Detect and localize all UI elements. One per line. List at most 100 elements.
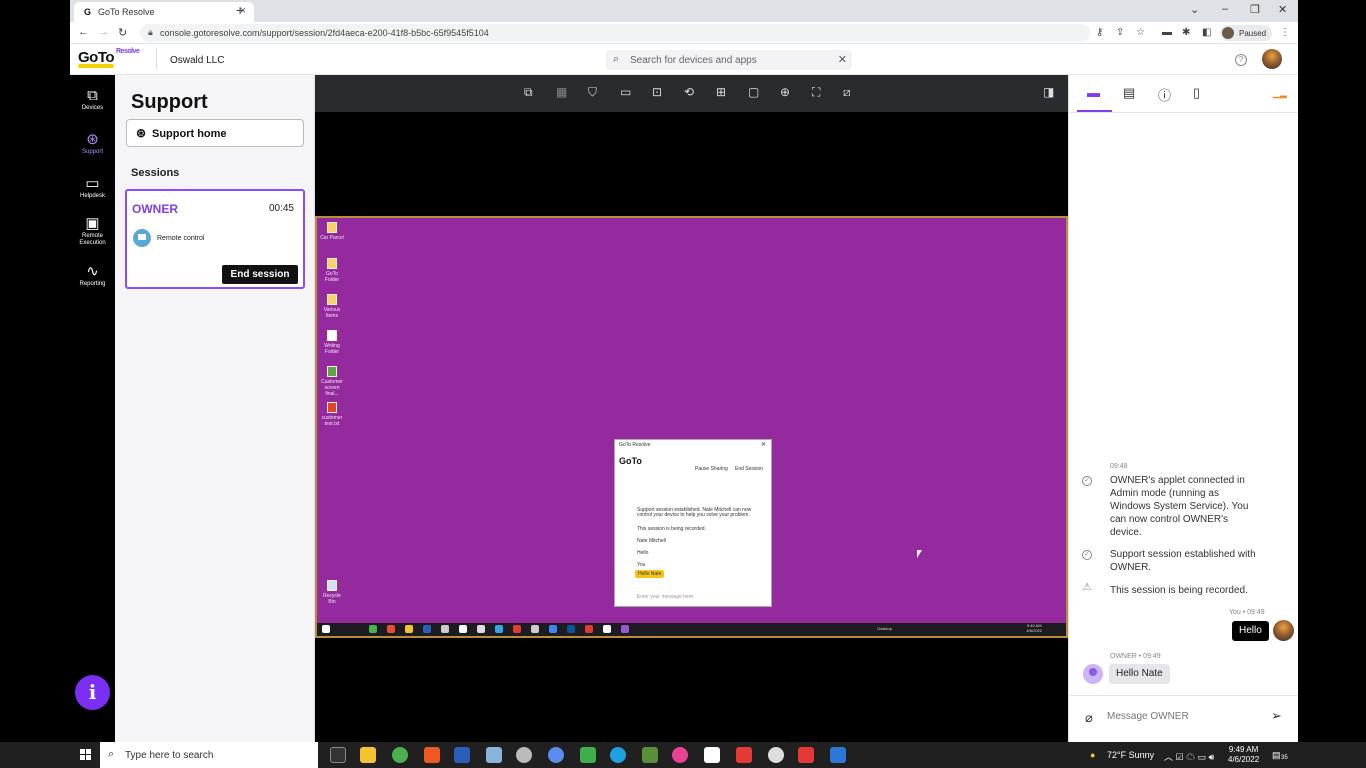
url-field[interactable]: 🔒︎ console.gotoresolve.com/support/sessi… [140,24,1090,42]
remote-app-icon[interactable] [495,625,503,633]
user-avatar[interactable] [1262,49,1282,69]
side-panel-icon[interactable]: ◧ [1202,27,1211,38]
attach-paperclip-icon[interactable]: ⌀ [1085,710,1093,726]
profile-button[interactable]: Paused [1220,25,1272,41]
notes-icon[interactable]: ▯ [1193,85,1200,101]
desktop-icon[interactable]: Car Parcel [319,222,345,241]
remote-app-icon[interactable] [585,625,593,633]
send-icon[interactable]: ➢ [1271,708,1282,724]
desktop-icon[interactable]: Customer screen final... [319,366,345,397]
end-session-button[interactable]: End session [222,265,298,284]
photos-icon[interactable] [672,747,688,763]
app-icon[interactable] [736,747,752,763]
remote-app-icon[interactable] [477,625,485,633]
files-icon[interactable]: ▤ [1123,85,1135,101]
new-tab-icon[interactable]: + [236,2,244,18]
remote-start-icon[interactable] [322,625,330,633]
support-home-button[interactable]: ⊛ Support home [126,119,304,147]
help-icon[interactable]: ? [1235,54,1247,66]
back-icon[interactable]: ← [78,26,89,38]
remote-app-icon[interactable] [549,625,557,633]
slack-icon[interactable] [768,747,784,763]
key-icon[interactable]: ⚷ [1096,27,1103,38]
nav-helpdesk[interactable]: ▭ Helpdesk [70,175,115,199]
file-explorer-icon[interactable] [360,747,376,763]
puzzle-icon[interactable]: ✱ [1182,27,1190,38]
app-icon[interactable] [486,747,502,763]
remote-goto-window[interactable]: GoTo Resolve ✕ GoTo Pause Sharing End Se… [614,439,772,607]
taskbar-search[interactable]: ⌕ Type here to search [100,742,318,768]
desktop-icon[interactable]: Various Items [319,294,345,319]
mini-end-label[interactable]: End Session [735,466,763,472]
desktop-icon[interactable]: Recycle Bin [319,580,345,605]
org-name[interactable]: Oswald LLC [170,55,224,66]
remote-app-icon[interactable] [531,625,539,633]
info-icon[interactable]: ⓘ [1158,85,1171,104]
word-icon[interactable] [454,747,470,763]
mini-close-icon[interactable]: ✕ [761,441,766,448]
info-button[interactable]: i [75,675,110,710]
chat-icon[interactable]: ▬ [1087,85,1100,100]
app-icon[interactable] [830,747,846,763]
desktop-icon[interactable]: GoTo Folder [319,258,345,283]
switch-monitor-icon[interactable]: ⧉ [524,85,533,100]
remote-screen-icon[interactable]: ⊞ [716,85,726,99]
side-panel-toggle-icon[interactable]: ◨ [1043,85,1054,99]
display-icon[interactable]: ▢ [748,85,759,99]
menu-dots-icon[interactable]: ⋮ [1280,27,1290,38]
zoom-in-icon[interactable]: ⊕ [780,85,790,99]
close-window-icon[interactable]: ✕ [1278,3,1287,16]
disable-input-icon[interactable]: ⧄ [843,85,851,100]
app-icon[interactable] [798,747,814,763]
keyboard-icon[interactable]: ▭ [620,85,631,99]
windows-start-icon[interactable] [80,749,92,761]
ctrl-alt-del-icon[interactable]: ⟲ [684,85,694,99]
signal-icon[interactable]: ▁▂ [1273,88,1287,99]
nav-support[interactable]: ⊛ Support [70,131,115,155]
minimize-icon[interactable]: – [1222,3,1228,15]
mini-input-placeholder[interactable]: Enter your message here [637,594,693,600]
extension-icon[interactable]: ▬ [1162,27,1172,38]
bookmark-star-icon[interactable]: ☆ [1136,27,1145,38]
message-input[interactable] [1107,709,1257,723]
remote-app-icon[interactable] [513,625,521,633]
forward-icon[interactable]: → [98,26,109,38]
remote-app-icon[interactable] [387,625,395,633]
task-view-icon[interactable] [330,747,346,763]
share-icon[interactable]: ⇪ [1116,27,1124,38]
edge-icon[interactable] [610,747,626,763]
tab-search-icon[interactable]: ⌄ [1190,3,1199,16]
weather-text[interactable]: 72°F Sunny [1107,750,1154,760]
remote-app-icon[interactable] [621,625,629,633]
fullscreen-icon[interactable]: ⛶ [812,85,820,100]
desktop-icon[interactable]: customer test.txt [319,402,345,427]
nav-remote-execution[interactable]: ▣ Remote Execution [70,215,115,247]
remote-app-icon[interactable] [603,625,611,633]
nav-reporting[interactable]: ∿ Reporting [70,263,115,287]
goto-logo[interactable]: GoTo Resolve [78,48,140,68]
clear-search-icon[interactable]: ✕ [838,53,847,66]
tray-icons[interactable]: ︿ ☑ ☁ ▭ 🔊︎ [1164,750,1214,763]
music-icon[interactable] [548,747,564,763]
session-card[interactable]: OWNER 00:45 Remote control End session [125,189,305,289]
nav-devices[interactable]: ⧉ Devices [70,87,115,111]
multi-monitor-icon[interactable]: ▦ [556,85,567,99]
goto-app-icon[interactable] [704,747,720,763]
brave-icon[interactable] [424,747,440,763]
taskbar-clock[interactable]: 9:49 AM 4/6/2022 [1228,745,1259,765]
camtasia-icon[interactable] [580,747,596,763]
remote-app-icon[interactable] [369,625,377,633]
chrome-icon[interactable] [392,747,408,763]
shield-icon[interactable]: ⛉ [588,85,597,100]
remote-app-icon[interactable] [459,625,467,633]
app-icon[interactable] [642,747,658,763]
remote-app-icon[interactable] [441,625,449,633]
remote-app-icon[interactable] [423,625,431,633]
app-icon[interactable] [516,747,532,763]
browser-tab[interactable]: G GoTo Resolve × [74,2,254,22]
notification-icon[interactable]: ▤ [1272,750,1281,761]
remote-app-icon[interactable] [567,625,575,633]
screen-share-icon[interactable]: ⊡ [652,85,662,99]
mini-pause-label[interactable]: Pause Sharing [695,466,728,472]
restore-icon[interactable]: ❐ [1250,3,1260,16]
